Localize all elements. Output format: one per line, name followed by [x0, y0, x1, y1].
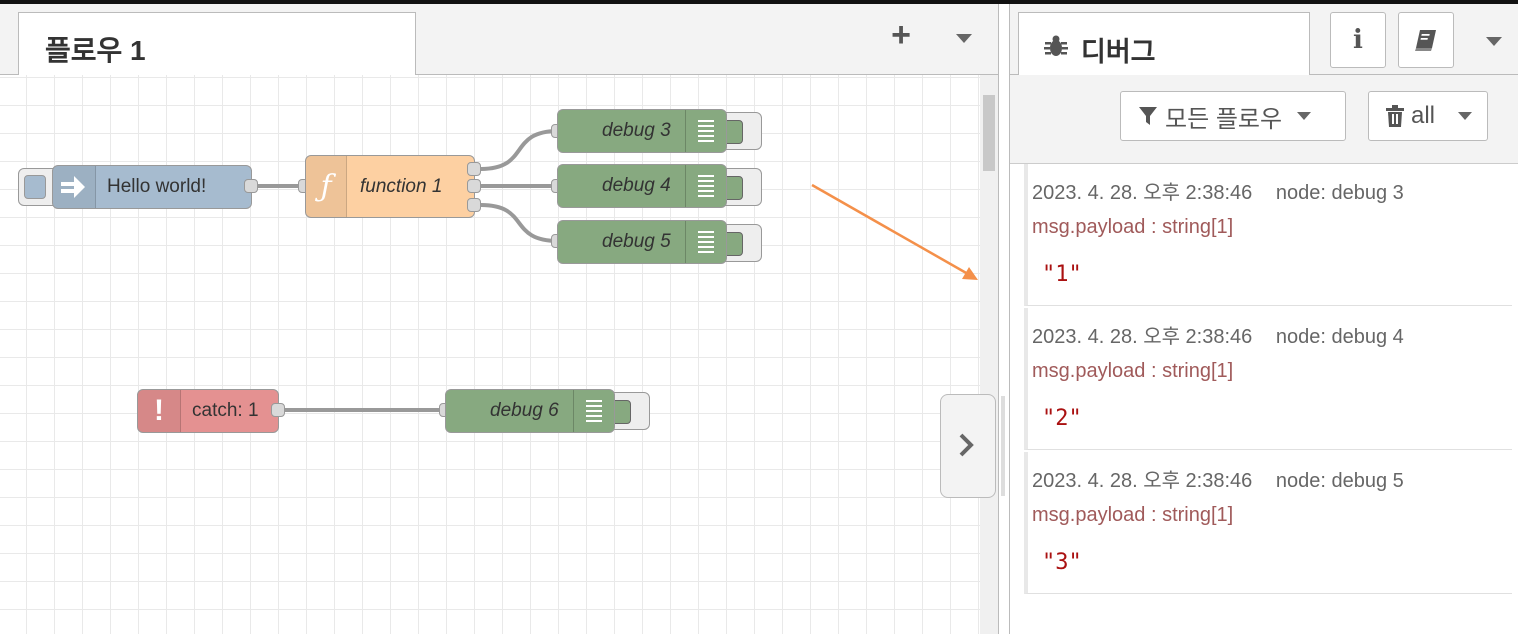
workspace-tabbar: 플로우 1 +	[0, 4, 998, 75]
list-icon	[573, 390, 614, 432]
function-icon: ƒ	[306, 156, 347, 217]
arrow-right-icon	[53, 166, 96, 208]
caret-down-icon	[1297, 112, 1312, 120]
sidebar-tabbar: 디버그 i	[1010, 4, 1518, 75]
message-value[interactable]: "3"	[1042, 550, 1082, 575]
message-timestamp: 2023. 4. 28. 오후 2:38:46	[1032, 470, 1253, 492]
output-port[interactable]	[271, 403, 285, 417]
message-path[interactable]: msg.payload : string[1]	[1032, 504, 1233, 527]
output-port-1[interactable]	[467, 162, 481, 176]
tab-flow-1[interactable]: 플로우 1	[18, 12, 416, 75]
debug-message-list[interactable]: 2023. 4. 28. 오후 2:38:46 node: debug 3 ms…	[1010, 164, 1518, 634]
message-path[interactable]: msg.payload : string[1]	[1032, 216, 1233, 239]
debug-node-6[interactable]: debug 6	[445, 389, 615, 433]
caret-down-icon[interactable]	[950, 28, 978, 48]
scrollbar-thumb[interactable]	[983, 95, 995, 171]
debug-node-5[interactable]: debug 5	[557, 220, 727, 264]
wires-layer	[258, 129, 559, 412]
tab-label: 디버그	[1081, 37, 1156, 67]
catch-node[interactable]: ! catch: 1	[137, 389, 279, 433]
node-label: Hello world!	[107, 176, 207, 197]
node-label: catch: 1	[192, 400, 259, 421]
message-node-link[interactable]: node: debug 4	[1276, 326, 1404, 348]
bug-icon	[1044, 35, 1068, 56]
output-port-2[interactable]	[467, 179, 481, 193]
trash-icon	[1386, 105, 1404, 127]
message-timestamp: 2023. 4. 28. 오후 2:38:46	[1032, 326, 1253, 348]
tab-label: 플로우 1	[45, 35, 146, 66]
function-node[interactable]: ƒ function 1	[305, 155, 475, 218]
node-label: function 1	[360, 175, 443, 197]
splitter-grip[interactable]	[1001, 396, 1005, 496]
plus-icon[interactable]: +	[886, 18, 916, 52]
tab-debug[interactable]: 디버그	[1018, 12, 1310, 75]
message-node-link[interactable]: node: debug 3	[1276, 182, 1404, 204]
message-node-link[interactable]: node: debug 5	[1276, 470, 1404, 492]
debug-message[interactable]: 2023. 4. 28. 오후 2:38:46 node: debug 5 ms…	[1024, 452, 1512, 594]
output-port-3[interactable]	[467, 198, 481, 212]
output-port[interactable]	[244, 179, 258, 193]
workspace: 플로우 1 + Hello world! ƒ function 1 debug …	[0, 4, 998, 634]
caret-down-icon[interactable]	[1482, 34, 1506, 50]
list-icon	[685, 110, 726, 152]
list-icon	[685, 165, 726, 207]
debug-node-3[interactable]: debug 3	[557, 109, 727, 153]
info-icon: i	[1353, 25, 1363, 55]
message-timestamp: 2023. 4. 28. 오후 2:38:46	[1032, 182, 1253, 204]
debug-message[interactable]: 2023. 4. 28. 오후 2:38:46 node: debug 4 ms…	[1024, 308, 1512, 450]
sidebar-toggle-button[interactable]	[940, 394, 996, 498]
sidebar: 디버그 i 모든 플로우 all 2023. 4. 28. 오후 2:38:46…	[1010, 4, 1518, 634]
node-label: debug 3	[602, 120, 671, 141]
filter-dropdown[interactable]: 모든 플로우	[1120, 91, 1346, 141]
help-tab-button[interactable]	[1398, 12, 1454, 68]
node-label: debug 5	[602, 231, 671, 252]
wire-function-debug3[interactable]	[480, 129, 559, 171]
debug-message[interactable]: 2023. 4. 28. 오후 2:38:46 node: debug 3 ms…	[1024, 164, 1512, 306]
info-tab-button[interactable]: i	[1330, 12, 1386, 68]
list-icon	[685, 221, 726, 263]
node-label: debug 6	[490, 400, 559, 421]
clear-label: all	[1411, 102, 1436, 129]
chevron-right-icon	[959, 433, 974, 457]
flow-canvas[interactable]: Hello world! ƒ function 1 debug 3 debug …	[0, 75, 980, 634]
filter-label: 모든 플로우	[1165, 105, 1283, 133]
node-label: debug 4	[602, 175, 671, 196]
vertical-scrollbar[interactable]	[980, 75, 998, 634]
caret-down-icon	[1458, 112, 1473, 120]
message-value[interactable]: "1"	[1042, 262, 1082, 287]
clear-dropdown[interactable]: all	[1368, 91, 1488, 141]
inject-node[interactable]: Hello world!	[52, 165, 252, 209]
sidebar-splitter[interactable]	[998, 4, 1010, 634]
debug-node-4[interactable]: debug 4	[557, 164, 727, 208]
message-path[interactable]: msg.payload : string[1]	[1032, 360, 1233, 383]
message-value[interactable]: "2"	[1042, 406, 1082, 431]
exclamation-icon: !	[138, 390, 181, 432]
wire-function-debug5[interactable]	[480, 203, 559, 243]
debug-toolbar: 모든 플로우 all	[1010, 75, 1518, 164]
book-icon	[1415, 30, 1436, 51]
filter-icon	[1139, 107, 1157, 125]
